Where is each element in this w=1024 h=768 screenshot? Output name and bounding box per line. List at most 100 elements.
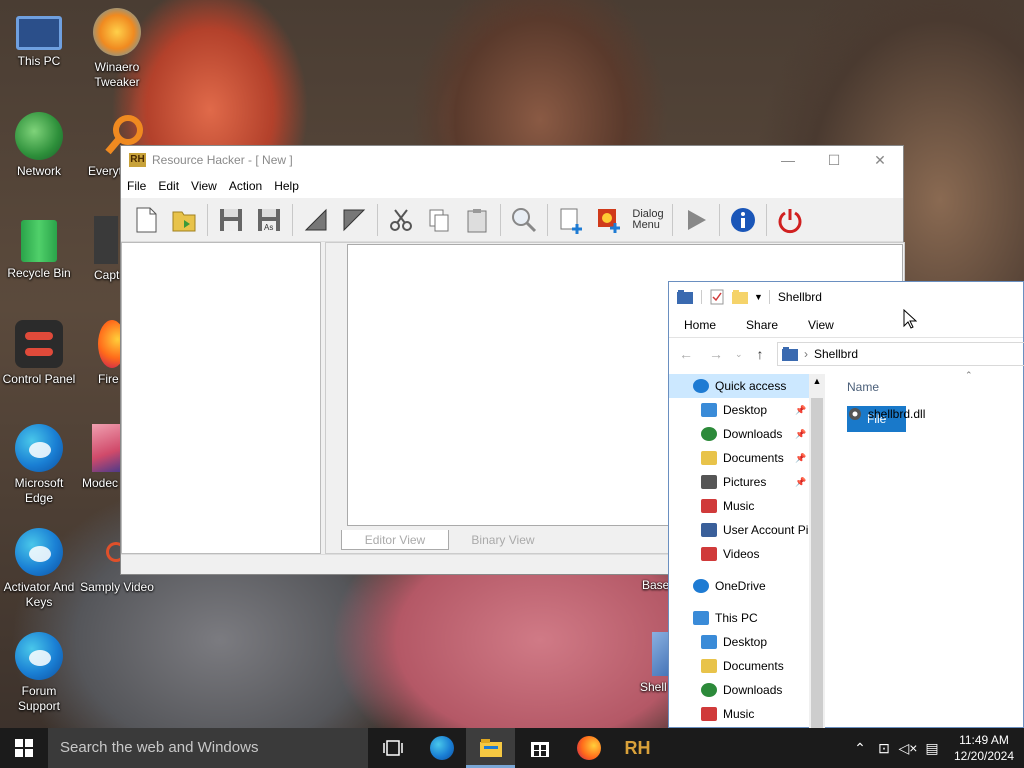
desktop-icon-basel[interactable]: Basel [628,578,673,593]
sidebar-item-documents[interactable]: Documents [669,654,824,678]
paste-icon [467,208,487,232]
sidebar-item-this-pc[interactable]: This PC [669,606,824,630]
address-bar[interactable]: › Shellbrd [777,342,1024,366]
desktop-icon-control-panel[interactable]: Control Panel [0,320,78,387]
menu-help[interactable]: Help [274,179,299,193]
sidebar-item-desktop[interactable]: Desktop 📌 [669,398,824,422]
title-bar[interactable]: RH Resource Hacker - [ New ] — ☐ ✕ [121,146,903,174]
desktop-icon-label: Basel [642,578,673,592]
menu-view[interactable]: View [191,179,217,193]
sidebar-item-music[interactable]: Music [669,702,824,726]
menu-file[interactable]: File [127,179,146,193]
sidebar-item-quick-access[interactable]: Quick access [669,374,824,398]
sidebar-item-label: Downloads [723,683,783,697]
menu-edit[interactable]: Edit [158,179,179,193]
taskbar-store[interactable] [515,728,564,768]
copy-button[interactable] [422,204,456,236]
sidebar-item-desktop[interactable]: Desktop [669,630,824,654]
scissors-icon [390,208,412,231]
dialog-menu-button[interactable]: Dialog Menu [630,204,666,236]
sidebar-item-label: Pictures [723,475,767,489]
nav-scrollbar[interactable]: ▲ [809,374,825,738]
desktop-icon-network[interactable]: Network [0,112,78,179]
desktop-icon-forum-support[interactable]: Forum Support [0,632,78,714]
close-button[interactable]: ✕ [857,146,903,174]
menu-action[interactable]: Action [229,179,262,193]
desktop-icon-microsoft-edge[interactable]: Microsoft Edge [0,424,78,506]
camera-icon [701,475,717,489]
show-hidden-icons-chevron-icon[interactable]: ⌃ [848,740,872,757]
column-header-name[interactable]: Name [847,380,879,394]
clock[interactable]: 11:49 AM 12/20/2024 [944,732,1024,764]
desktop-icon-shell[interactable]: Shell [628,632,680,695]
taskbar-resource-hacker[interactable]: RH [613,728,662,768]
desktop-icon-this-pc[interactable]: This PC [0,8,78,69]
minimize-button[interactable]: — [765,146,811,174]
add-resource-button[interactable] [554,204,588,236]
network-icon[interactable]: ⊡ [872,740,896,757]
desktop-icon-winaero-tweaker[interactable]: Winaero Tweaker [78,8,156,90]
taskbar-task-view[interactable] [368,728,417,768]
tab-editor-view[interactable]: Editor View [341,530,449,550]
exit-button[interactable] [773,204,807,236]
sidebar-item-downloads[interactable]: Downloads [669,678,824,702]
file-name: shellbrd.dll [868,407,926,421]
scrollbar-thumb[interactable] [811,398,823,738]
qat-separator [701,290,702,304]
scroll-up-icon[interactable]: ▲ [809,374,825,388]
sidebar-item-videos[interactable]: Videos [669,542,824,566]
ribbon-tab-view[interactable]: View [793,312,849,338]
sidebar-item-pictures[interactable]: Pictures 📌 [669,470,824,494]
desktop-icon-activator[interactable]: Activator And Keys [0,528,78,610]
sidebar-item-label: Videos [723,547,760,561]
file-item[interactable]: shellbrd.dll [847,406,925,422]
capture-app-icon [94,216,118,264]
desktop-icon-label: Shell [640,680,667,694]
resource-tree-pane[interactable] [121,242,321,554]
about-button[interactable] [726,204,760,236]
ribbon-tab-share[interactable]: Share [731,312,793,338]
chevron-down-icon[interactable]: ▼ [754,292,763,302]
cut-button[interactable] [384,204,418,236]
taskbar-firefox[interactable] [564,728,613,768]
ribbon-tab-home[interactable]: Home [669,312,731,338]
run-script-button[interactable] [679,204,713,236]
compile-button[interactable] [299,204,333,236]
info-icon [731,207,755,232]
tab-binary-view[interactable]: Binary View [449,530,557,550]
sidebar-item-label: User Account Pi [723,523,809,537]
notification-icon[interactable]: ▤ [920,740,944,757]
forward-arrow-icon[interactable]: → [709,346,723,362]
desktop-icon-recycle-bin[interactable]: Recycle Bin [0,216,78,281]
sidebar-item-label: Music [723,499,755,513]
paste-button[interactable] [460,204,494,236]
save-button[interactable] [214,204,248,236]
save-as-button[interactable]: As [252,204,286,236]
new-file-button[interactable] [129,204,163,236]
sort-chevron-icon[interactable]: ⌃ [965,370,973,381]
recent-chevron-icon[interactable]: ⌄ [735,349,743,360]
open-file-button[interactable] [167,204,201,236]
sidebar-item-onedrive[interactable]: OneDrive [669,574,824,598]
decompile-button[interactable] [337,204,371,236]
sidebar-item-downloads[interactable]: Downloads 📌 [669,422,824,446]
properties-icon[interactable] [710,289,724,305]
taskbar-search-box[interactable]: Search the web and Windows [48,728,368,768]
breadcrumb-item[interactable]: Shellbrd [814,347,858,361]
start-button[interactable] [0,728,48,768]
clock-time: 11:49 AM [959,733,1009,747]
sidebar-item-music[interactable]: Music [669,494,824,518]
volume-muted-icon[interactable]: ◁× [896,740,920,757]
add-image-resource-button[interactable] [592,204,626,236]
power-icon [778,208,802,233]
new-folder-icon[interactable] [732,290,748,304]
back-arrow-icon[interactable]: ← [679,346,693,362]
taskbar: Search the web and Windows RH ⌃ ⊡ ◁× ▤ 1… [0,728,1024,768]
maximize-button[interactable]: ☐ [811,146,857,174]
sidebar-item-user-account-pi[interactable]: User Account Pi [669,518,824,542]
up-arrow-icon[interactable]: ↑ [757,346,764,362]
sidebar-item-documents[interactable]: Documents 📌 [669,446,824,470]
taskbar-edge[interactable] [417,728,466,768]
taskbar-file-explorer[interactable] [466,728,515,768]
find-button[interactable] [507,204,541,236]
